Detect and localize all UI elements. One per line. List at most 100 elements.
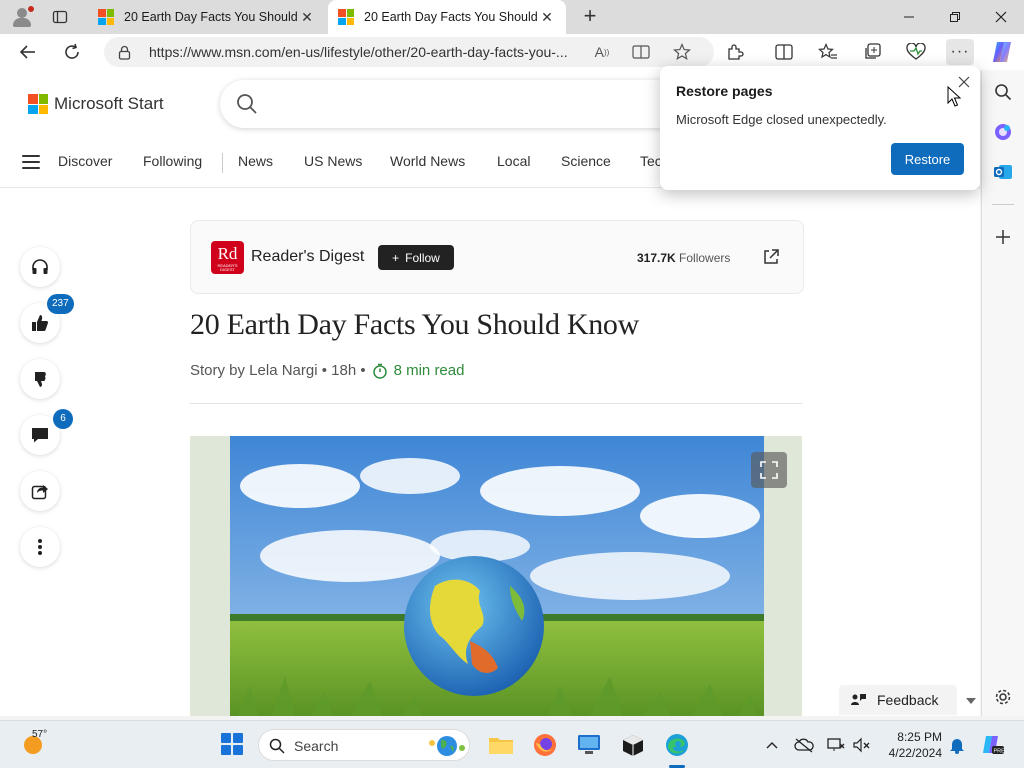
publisher-name[interactable]: Reader's Digest xyxy=(251,248,364,266)
mouse-pointer-icon xyxy=(947,86,961,107)
hamburger-menu-icon[interactable] xyxy=(22,155,40,169)
new-tab-button[interactable]: + xyxy=(577,4,603,30)
site-brand[interactable]: Microsoft Start xyxy=(28,94,164,114)
nav-local[interactable]: Local xyxy=(497,153,530,169)
split-screen-icon[interactable] xyxy=(771,39,797,65)
feedback-label: Feedback xyxy=(877,692,939,708)
notifications-bell-icon[interactable] xyxy=(947,735,967,755)
nav-following[interactable]: Following xyxy=(143,153,202,169)
nav-news[interactable]: News xyxy=(238,153,273,169)
settings-more-button[interactable]: ··· xyxy=(946,39,974,65)
restore-window-button[interactable] xyxy=(932,0,978,34)
immersive-reader-icon[interactable] xyxy=(629,41,653,63)
volume-muted-icon[interactable] xyxy=(852,735,872,755)
share-button[interactable] xyxy=(20,471,60,511)
follow-label: Follow xyxy=(405,250,440,265)
refresh-icon xyxy=(65,43,79,59)
minimize-button[interactable] xyxy=(886,0,932,34)
network-icon[interactable] xyxy=(826,735,846,755)
logo-text: Rd xyxy=(217,244,238,263)
clock-date: 4/22/2024 xyxy=(888,746,942,760)
read-aloud-icon[interactable]: A)) xyxy=(590,41,614,63)
author-and-age: Story by Lela Nargi • 18h • xyxy=(190,362,366,379)
close-tab-icon[interactable]: ✕ xyxy=(298,8,316,26)
feedback-button[interactable]: Feedback xyxy=(839,685,957,715)
extensions-icon[interactable] xyxy=(722,39,748,65)
article-byline: Story by Lela Nargi • 18h • 8 min read xyxy=(190,362,464,379)
open-external-icon[interactable] xyxy=(761,247,781,267)
firefox-icon[interactable] xyxy=(530,730,560,760)
copilot-sidebar-icon[interactable] xyxy=(990,119,1016,145)
sidebar-search-icon[interactable] xyxy=(990,79,1016,105)
lock-icon[interactable] xyxy=(118,45,131,60)
package-app-icon[interactable] xyxy=(618,730,648,760)
browser-essentials-icon[interactable] xyxy=(903,39,929,65)
sidebar-divider xyxy=(992,204,1014,205)
fullscreen-icon xyxy=(760,461,778,479)
back-button[interactable] xyxy=(14,38,42,66)
content-divider xyxy=(190,403,802,404)
taskbar-search-box[interactable]: Search xyxy=(258,729,470,761)
comment-icon xyxy=(32,428,48,443)
brand-name: Microsoft Start xyxy=(54,94,164,113)
edge-sidebar xyxy=(981,70,1024,716)
show-hidden-icons-chevron-icon[interactable] xyxy=(762,735,782,755)
followers-number: 317.7K xyxy=(637,251,676,265)
scroll-down-arrow-icon[interactable] xyxy=(966,698,976,704)
start-button[interactable] xyxy=(221,733,243,755)
expand-image-button[interactable] xyxy=(751,452,787,488)
close-window-icon xyxy=(995,11,1007,23)
profile-button[interactable] xyxy=(8,5,36,29)
close-window-button[interactable] xyxy=(978,0,1024,34)
nav-us-news[interactable]: US News xyxy=(304,153,362,169)
more-options-button[interactable] xyxy=(20,527,60,567)
favorites-icon[interactable] xyxy=(815,39,841,65)
nav-discover[interactable]: Discover xyxy=(58,153,112,169)
outlook-icon[interactable] xyxy=(990,159,1016,185)
earth-day-search-highlight-icon xyxy=(429,736,465,756)
remote-desktop-icon[interactable] xyxy=(574,730,604,760)
system-clock[interactable]: 8:25 PM 4/22/2024 xyxy=(880,729,942,761)
close-tab-icon[interactable]: ✕ xyxy=(538,8,556,26)
nav-science[interactable]: Science xyxy=(561,153,611,169)
edge-taskbar-icon[interactable] xyxy=(662,730,692,760)
onedrive-offline-icon[interactable] xyxy=(794,735,814,755)
globe-on-grass-image xyxy=(230,436,764,716)
nav-world-news[interactable]: World News xyxy=(390,153,465,169)
sidebar-settings-icon[interactable] xyxy=(990,684,1016,710)
tab-active[interactable]: 20 Earth Day Facts You Should Know ✕ xyxy=(328,0,566,34)
collections-icon[interactable] xyxy=(859,39,885,65)
follow-button[interactable]: + Follow xyxy=(378,245,454,270)
windows-taskbar: 57° Search 8:25 PM 4/22/2024 PRE xyxy=(0,720,1024,768)
tab-title: 20 Earth Day Facts You Should Know xyxy=(124,10,298,24)
address-bar[interactable]: https://www.msn.com/en-us/lifestyle/othe… xyxy=(104,37,714,67)
search-icon xyxy=(269,738,285,754)
nav-technology[interactable]: Tec xyxy=(640,153,662,169)
browser-toolbar: https://www.msn.com/en-us/lifestyle/othe… xyxy=(0,34,1024,70)
dialog-title: Restore pages xyxy=(676,83,773,99)
publisher-card: Rd READER'S DIGEST Reader's Digest + Fol… xyxy=(190,220,804,294)
thumbs-down-icon xyxy=(35,372,46,387)
restore-button[interactable]: Restore xyxy=(891,143,964,175)
favorite-star-icon[interactable] xyxy=(670,41,694,63)
article-title: 20 Earth Day Facts You Should Know xyxy=(190,308,639,341)
tab-actions-button[interactable] xyxy=(48,5,72,29)
followers-label: Followers xyxy=(679,251,731,265)
headphones-icon xyxy=(32,259,48,274)
thumbs-up-icon xyxy=(32,315,48,331)
share-icon xyxy=(31,485,48,500)
site-search-input[interactable] xyxy=(220,80,680,128)
readers-digest-logo[interactable]: Rd READER'S DIGEST xyxy=(211,241,244,274)
copilot-preview-icon[interactable]: PRE xyxy=(980,735,1004,755)
listen-button[interactable] xyxy=(20,247,60,287)
dialog-message: Microsoft Edge closed unexpectedly. xyxy=(676,112,887,127)
copilot-button[interactable] xyxy=(989,39,1015,65)
minimize-icon xyxy=(904,16,914,18)
copilot-icon xyxy=(993,42,1011,62)
add-sidebar-app-icon[interactable] xyxy=(990,224,1016,250)
dislike-button[interactable] xyxy=(20,359,60,399)
file-explorer-icon[interactable] xyxy=(486,730,516,760)
tab-inactive[interactable]: 20 Earth Day Facts You Should Know ✕ xyxy=(88,0,326,34)
refresh-button[interactable] xyxy=(58,38,86,66)
more-dots-icon: ··· xyxy=(950,43,970,60)
